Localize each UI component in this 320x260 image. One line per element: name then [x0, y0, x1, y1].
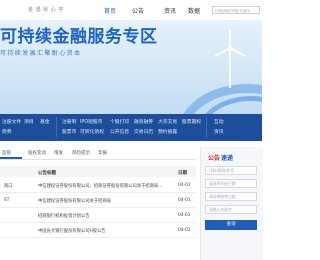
banner-title: 可持续金融服务专区 [0, 27, 158, 47]
table-cell-code: ST [4, 198, 10, 203]
menu-item[interactable]: 基金 [40, 118, 50, 125]
banner-subtitle: 可持续发展汇聚耐心资本 [0, 50, 82, 57]
row-divider [0, 222, 196, 223]
row-divider [0, 192, 196, 193]
panel-title-suffix: 速递 [221, 155, 234, 162]
menu-item[interactable]: IPO短股市 [80, 118, 102, 125]
menu-item[interactable]: 股票期权 [182, 118, 201, 125]
start-date-input[interactable]: 请选择开始日期 [205, 179, 257, 188]
tab-issuance[interactable]: 增发 [54, 150, 63, 156]
menu-divider [56, 117, 57, 137]
menu-item[interactable]: 大宗交易 [158, 118, 177, 125]
active-tab-indicator [0, 157, 22, 159]
announcement-link[interactable]: 中国光大银行股份有限公司H股公告 [38, 228, 106, 234]
table-header [0, 166, 196, 177]
tab-annual-report[interactable]: 年报 [98, 150, 107, 156]
menu-item[interactable]: 债券 [2, 128, 12, 135]
nav-announcements[interactable]: 公告 [132, 6, 144, 15]
wind-turbine-icon [214, 30, 246, 88]
panel-title-prefix: 公告 [208, 155, 221, 162]
table-cell-date: 04-01 [178, 198, 191, 203]
tab-equity-change[interactable]: 股权变动 [28, 150, 46, 156]
row-divider [0, 237, 196, 238]
menu-item[interactable]: 注册制 [62, 118, 76, 125]
nav-news[interactable]: 资讯 [164, 6, 176, 15]
announcement-link[interactable]: 招商银行机构投资计划公告 [38, 213, 90, 219]
menu-item[interactable]: 注册文件 [2, 118, 21, 125]
menu-item[interactable]: 可转化债权 [80, 128, 104, 135]
site-logo[interactable]: 金 遇 就 心 学 [28, 6, 64, 13]
search-input[interactable]: 代码/简称/拼音/关键字 [212, 6, 260, 14]
announcement-link[interactable]: 中信建投证券股份有限公司、招商证券股份有限公司关于招商局... [38, 183, 174, 189]
table-cell-date: 04-01 [178, 228, 191, 233]
column-header-date: 日期 [178, 171, 187, 176]
tab-regulation[interactable]: 监管 [2, 150, 11, 156]
menu-item[interactable]: 个股打印 [110, 118, 129, 125]
row-divider [0, 207, 196, 208]
menu-item[interactable]: 融资融券 [134, 118, 153, 125]
menu-item[interactable]: 资讯 [214, 128, 224, 135]
menu-item[interactable]: 项目 [24, 118, 34, 125]
end-date-input[interactable]: 请选择结束日期 [205, 192, 257, 201]
keyword-input[interactable]: 请输入关键字 [205, 205, 257, 214]
nav-data[interactable]: 数据 [188, 6, 200, 15]
menu-divider [206, 117, 207, 137]
nav-home[interactable]: 首页 [104, 6, 116, 15]
table-cell-date: 04-01 [178, 183, 191, 188]
code-input[interactable]: 代码/简称/拼音 [205, 166, 257, 175]
table-cell-code: 商口 [4, 184, 13, 189]
announcement-search-panel [200, 147, 263, 260]
menu-item[interactable]: 预约披露 [158, 128, 177, 135]
tab-risk-alert[interactable]: 风险提示 [72, 150, 90, 156]
menu-item[interactable]: 股票市 [62, 128, 76, 135]
query-button[interactable]: 查询 [205, 220, 257, 230]
announcement-link[interactable]: 中信建投证券股份有限公司关于招商局 [38, 198, 111, 204]
menu-item[interactable]: 公开信息 [110, 128, 129, 135]
column-header-title: 公告标题 [38, 171, 56, 176]
menu-item[interactable]: 交易日历 [134, 128, 153, 135]
table-cell-date: 04-01 [178, 213, 191, 218]
menu-item[interactable]: 互动 [214, 118, 224, 125]
